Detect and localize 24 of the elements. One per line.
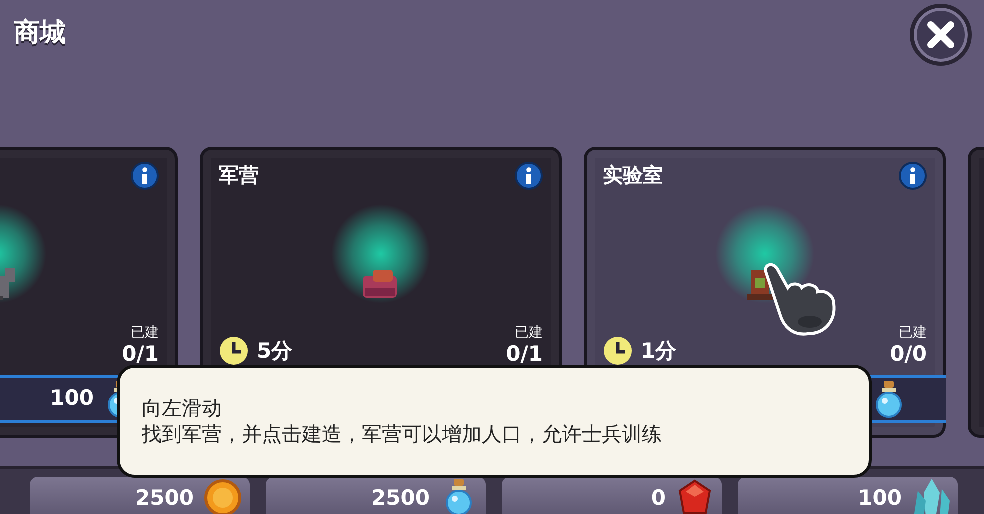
coin-icon	[204, 479, 242, 514]
building-name: 实验室	[603, 162, 663, 188]
potion-icon	[876, 380, 902, 418]
built-label: 已建	[898, 325, 927, 342]
built-count: 0/0	[890, 342, 927, 367]
built-count: 0/1	[122, 342, 159, 367]
build-time: 1分	[641, 338, 677, 364]
built-label: 已建	[130, 325, 159, 342]
resource-amount: 0	[651, 488, 666, 508]
built-label: 已建	[514, 325, 543, 342]
page-title: 商城	[14, 18, 66, 50]
tooltip-text: 向左滑动	[142, 395, 223, 421]
building-name: 军营	[219, 162, 259, 188]
clock-icon	[219, 336, 249, 366]
tooltip-text: 找到军营，并点击建造，军营可以增加人口，允许士兵训练	[142, 421, 663, 447]
close-icon	[926, 20, 956, 50]
resource-amount: 2500	[136, 488, 194, 508]
built-count: 0/1	[506, 342, 543, 367]
build-time: 5分	[257, 338, 293, 364]
resource-amount: 2500	[372, 488, 430, 508]
crystal-icon	[912, 479, 950, 514]
resource-amount: 100	[858, 488, 902, 508]
gem-icon	[676, 479, 714, 514]
clock-icon	[603, 336, 633, 366]
